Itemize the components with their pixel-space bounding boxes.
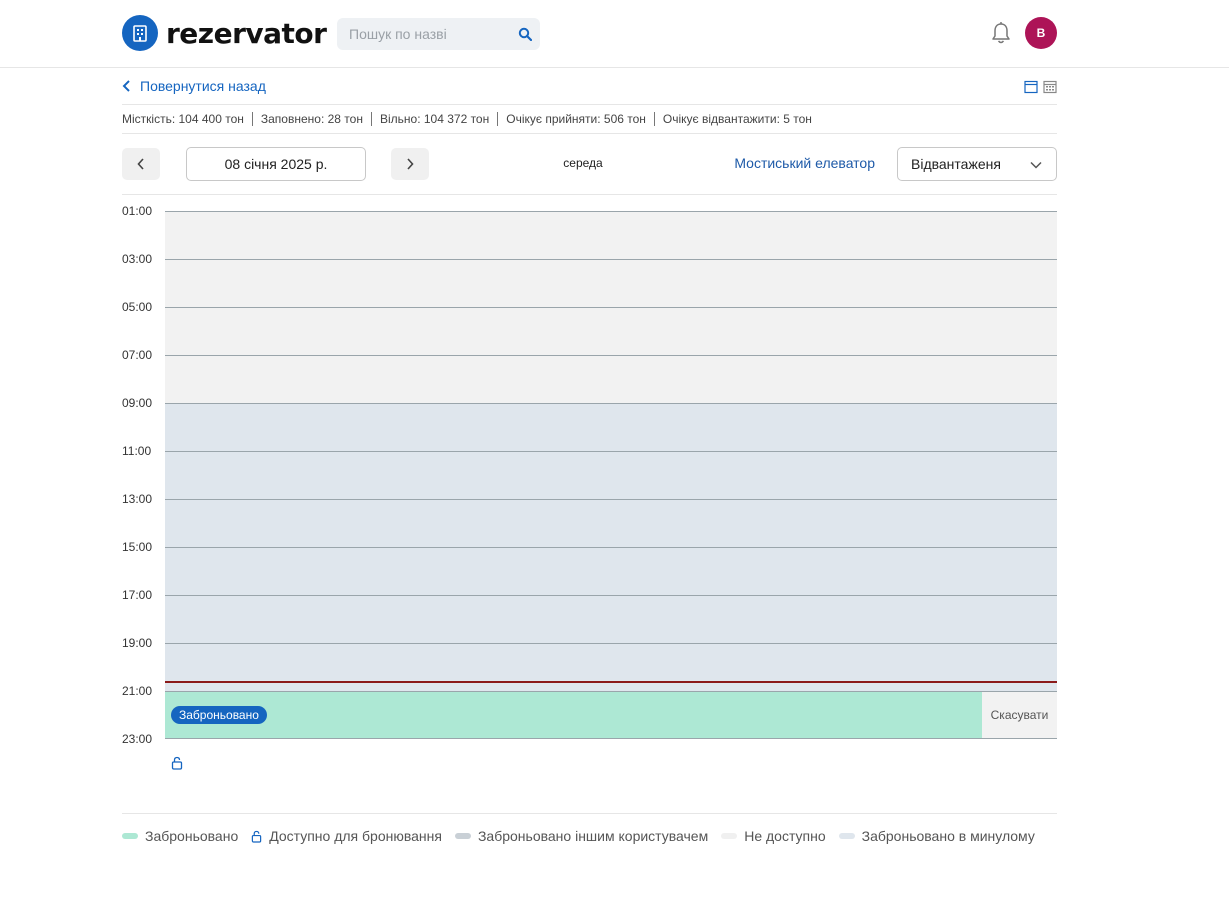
hour-line bbox=[165, 499, 1057, 500]
back-link[interactable]: Повернутися назад bbox=[122, 78, 266, 94]
hour-line bbox=[165, 595, 1057, 596]
prev-day-button[interactable] bbox=[122, 148, 160, 180]
hour-line bbox=[165, 211, 1057, 212]
time-label: 01:00 bbox=[122, 204, 153, 218]
date-picker[interactable]: 08 січня 2025 р. bbox=[186, 147, 366, 181]
time-label: 23:00 bbox=[122, 732, 153, 746]
unavailable-swatch bbox=[721, 833, 738, 839]
top-bar: rezervator В bbox=[0, 0, 1229, 68]
building-icon bbox=[122, 15, 158, 51]
day-view-icon[interactable] bbox=[1024, 80, 1038, 94]
operation-type-value: Відвантаженя bbox=[911, 156, 1001, 172]
booked-swatch bbox=[122, 833, 138, 839]
logo-text: rezervator bbox=[166, 16, 327, 50]
hour-line bbox=[165, 403, 1057, 404]
stat-free: Вільно: 104 372 тон bbox=[380, 112, 499, 126]
time-label: 09:00 bbox=[122, 396, 153, 410]
hour-line bbox=[165, 355, 1057, 356]
time-label: 21:00 bbox=[122, 684, 153, 698]
elevator-link[interactable]: Мостиський елеватор bbox=[720, 155, 875, 171]
legend-booked-past: Заброньовано в минулому bbox=[838, 828, 1035, 844]
search-icon[interactable] bbox=[518, 27, 532, 41]
legend-label: Не доступно bbox=[744, 828, 826, 844]
legend: Заброньовано Доступно для бронювання Заб… bbox=[122, 828, 1048, 844]
hour-line bbox=[165, 738, 1057, 739]
divider bbox=[122, 104, 1057, 105]
legend-booked-other: Заброньовано іншим користувачем bbox=[454, 828, 709, 844]
current-time-line bbox=[165, 681, 1057, 683]
back-link-label: Повернутися назад bbox=[140, 78, 266, 94]
chevron-left-icon bbox=[137, 158, 144, 170]
legend-label: Заброньовано в минулому bbox=[861, 828, 1035, 844]
hour-line bbox=[165, 259, 1057, 260]
booked-past-swatch bbox=[838, 833, 855, 839]
divider bbox=[122, 133, 1057, 134]
time-label: 15:00 bbox=[122, 540, 153, 554]
hour-line bbox=[165, 691, 1057, 692]
chevron-down-icon bbox=[1030, 161, 1042, 169]
legend-label: Заброньовано bbox=[145, 828, 239, 844]
unlock-icon bbox=[252, 830, 262, 843]
search-box bbox=[337, 18, 540, 50]
avatar[interactable]: В bbox=[1025, 17, 1057, 49]
logo[interactable]: rezervator bbox=[122, 15, 327, 51]
chevron-right-icon bbox=[407, 158, 414, 170]
day-timeline: Заброньовано Скасувати bbox=[165, 211, 1057, 739]
stat-pending-accept: Очікує прийняти: 506 тон bbox=[506, 112, 655, 126]
cancel-button[interactable]: Скасувати bbox=[982, 691, 1057, 739]
booked-slot[interactable]: Заброньовано bbox=[165, 691, 982, 739]
legend-available: Доступно для бронювання bbox=[251, 828, 442, 844]
view-toggles bbox=[1024, 80, 1057, 94]
time-label: 05:00 bbox=[122, 300, 153, 314]
booked-badge: Заброньовано bbox=[171, 706, 267, 724]
legend-unavailable: Не доступно bbox=[721, 828, 826, 844]
time-label: 03:00 bbox=[122, 252, 153, 266]
legend-booked: Заброньовано bbox=[122, 828, 238, 844]
hour-line bbox=[165, 547, 1057, 548]
unlock-icon[interactable] bbox=[171, 756, 183, 770]
stat-filled: Заповнено: 28 тон bbox=[261, 112, 372, 126]
operation-type-select[interactable]: Відвантаженя bbox=[897, 147, 1057, 181]
legend-label: Заброньовано іншим користувачем bbox=[477, 828, 709, 844]
time-label: 13:00 bbox=[122, 492, 153, 506]
hour-line bbox=[165, 307, 1057, 308]
hour-line bbox=[165, 643, 1057, 644]
legend-label: Доступно для бронювання bbox=[269, 828, 442, 844]
next-day-button[interactable] bbox=[391, 148, 429, 180]
capacity-stats: Місткість: 104 400 тон Заповнено: 28 тон… bbox=[122, 111, 828, 127]
chevron-left-icon bbox=[122, 80, 130, 92]
hour-line bbox=[165, 451, 1057, 452]
search-input[interactable] bbox=[337, 18, 507, 50]
time-label: 17:00 bbox=[122, 588, 153, 602]
booked-other-swatch bbox=[454, 833, 471, 839]
month-view-icon[interactable] bbox=[1043, 80, 1057, 94]
divider bbox=[122, 813, 1057, 814]
stat-capacity: Місткість: 104 400 тон bbox=[122, 112, 253, 126]
bell-icon[interactable] bbox=[990, 21, 1012, 45]
time-label: 11:00 bbox=[122, 444, 152, 458]
divider bbox=[122, 194, 1057, 195]
stat-pending-ship: Очікує відвантажити: 5 тон bbox=[662, 112, 812, 126]
time-label: 19:00 bbox=[122, 636, 153, 650]
time-label: 07:00 bbox=[122, 348, 153, 362]
weekday-label: середа bbox=[563, 156, 603, 170]
